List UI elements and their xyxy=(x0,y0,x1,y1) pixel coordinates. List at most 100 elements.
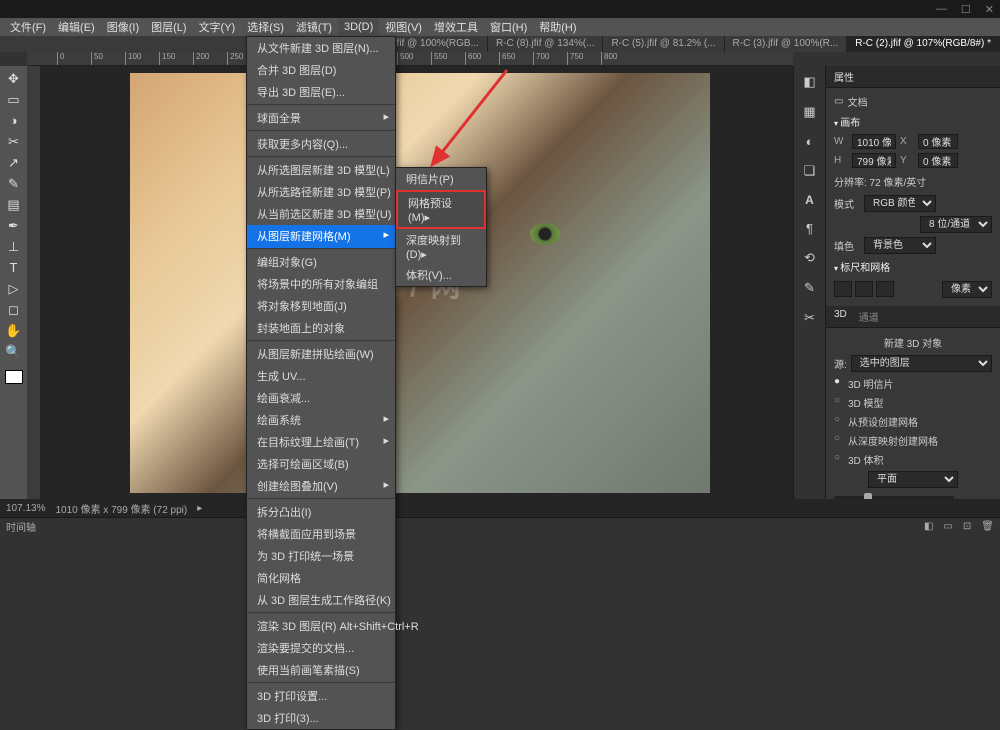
unit-select[interactable]: 像素 xyxy=(942,281,992,298)
zoom-level[interactable]: 107.13% xyxy=(6,503,45,514)
menu-item[interactable]: 从图层新建网格(M)▸ xyxy=(247,225,395,249)
maximize-icon[interactable]: ☐ xyxy=(961,3,971,16)
tool-5[interactable]: ✎ xyxy=(4,175,24,193)
menu-2[interactable]: 图像(I) xyxy=(101,17,145,37)
menu-item[interactable]: 封装地面上的对象 xyxy=(247,317,395,341)
color-swatch[interactable] xyxy=(5,370,23,384)
tool-2[interactable]: ◑ xyxy=(4,112,24,130)
y-input[interactable] xyxy=(918,153,958,168)
bottom-icon[interactable]: ◧ xyxy=(924,521,933,532)
3d-type-radio[interactable]: 从深度映射创建网格 xyxy=(834,431,992,450)
submenu-item[interactable]: 网格预设(M)▸ xyxy=(396,190,486,229)
tool-12[interactable]: ✋ xyxy=(4,322,24,340)
menu-item[interactable]: 3D 打印设置... xyxy=(247,685,395,707)
menu-item[interactable]: 导出 3D 图层(E)... xyxy=(247,81,395,105)
menu-item[interactable]: 选择可绘画区域(B) xyxy=(247,453,395,475)
menu-3[interactable]: 图层(L) xyxy=(145,17,192,37)
chevron-right-icon[interactable]: ▸ xyxy=(197,503,202,514)
tool-0[interactable]: ✥ xyxy=(4,70,24,88)
3d-source-select[interactable]: 选中的图层 xyxy=(851,355,992,372)
canvas-section-header[interactable]: 画布 xyxy=(834,111,992,132)
menubar[interactable]: 文件(F)编辑(E)图像(I)图层(L)文字(Y)选择(S)滤镜(T)3D(D)… xyxy=(0,18,1000,36)
document-tab[interactable]: R-C (3).jfif @ 100%(R... xyxy=(725,36,848,52)
menu-item[interactable]: 渲染 3D 图层(R) Alt+Shift+Ctrl+R xyxy=(247,615,395,637)
properties-panel[interactable]: 属性 ▭ 文档 画布 W X H Y 分辨率: 72 像素/英寸 模式 RGB … xyxy=(825,66,1000,499)
menu-item[interactable]: 编组对象(G) xyxy=(247,251,395,273)
history-icon[interactable]: ⟲ xyxy=(804,250,815,266)
height-input[interactable] xyxy=(852,153,896,168)
3d-type-radio[interactable]: 3D 模型 xyxy=(834,393,992,412)
bottom-delete-icon[interactable]: 🗑 xyxy=(981,521,994,532)
menu-10[interactable]: 窗口(H) xyxy=(484,17,533,37)
menu-item[interactable]: 生成 UV... xyxy=(247,365,395,387)
bottom-icon[interactable]: ▭ xyxy=(943,521,952,532)
menu-item[interactable]: 将横截面应用到场景 xyxy=(247,523,395,545)
3d-menu-dropdown[interactable]: 从文件新建 3D 图层(N)...合并 3D 图层(D)导出 3D 图层(E).… xyxy=(246,36,396,730)
menu-item[interactable]: 拆分凸出(I) xyxy=(247,501,395,523)
submenu-item[interactable]: 深度映射到(D)▸ xyxy=(396,229,486,264)
menu-item[interactable]: 合并 3D 图层(D) xyxy=(247,59,395,81)
bit-depth-select[interactable]: 8 位/通道 xyxy=(920,216,992,233)
menu-item[interactable]: 从所选路径新建 3D 模型(P) xyxy=(247,181,395,203)
collapsed-panel-strip[interactable]: ◧ ▦ ◐ ❏ A ¶ ⟲ ✎ ✂ xyxy=(793,66,825,499)
brush-icon[interactable]: ✎ xyxy=(804,280,815,296)
tool-preset-icon[interactable]: ✂ xyxy=(804,310,815,326)
document-tab[interactable]: R-C (5).jfif @ 81.2% (... xyxy=(603,36,724,52)
layers-icon[interactable]: ❏ xyxy=(804,163,816,179)
channels-tab[interactable]: 通道 xyxy=(859,309,879,324)
char-icon[interactable]: A xyxy=(805,193,814,207)
tool-4[interactable]: ↗ xyxy=(4,154,24,172)
tool-6[interactable]: ▤ xyxy=(4,196,24,214)
tool-1[interactable]: ▭ xyxy=(4,91,24,109)
submenu-item[interactable]: 体积(V)... xyxy=(396,264,486,286)
menu-item[interactable]: 3D 打印(3)... xyxy=(247,707,395,729)
menu-8[interactable]: 视图(V) xyxy=(379,17,428,37)
fill-select[interactable]: 背景色 xyxy=(864,237,936,254)
properties-tab[interactable]: 属性 xyxy=(826,66,1000,88)
menu-item[interactable]: 渲染要提交的文档... xyxy=(247,637,395,659)
menu-item[interactable]: 从当前选区新建 3D 模型(U) xyxy=(247,203,395,225)
mesh-from-layer-submenu[interactable]: 明信片(P)网格预设(M)▸深度映射到(D)▸体积(V)... xyxy=(395,167,487,287)
3d-tab[interactable]: 3D xyxy=(834,309,847,324)
submenu-item[interactable]: 明信片(P) xyxy=(396,168,486,190)
swatches-icon[interactable]: ▦ xyxy=(803,104,815,120)
menu-item[interactable]: 创建绘图叠加(V)▸ xyxy=(247,475,395,499)
document-tabbar[interactable]: R-C.jfif @ 100%(RGB...R-C (8).jfif @ 134… xyxy=(0,36,1000,52)
menu-item[interactable]: 使用当前画笔素描(S) xyxy=(247,659,395,683)
width-input[interactable] xyxy=(852,134,896,149)
menu-4[interactable]: 文字(Y) xyxy=(193,17,242,37)
3d-type-radio[interactable]: 3D 明信片 xyxy=(834,374,992,393)
menu-6[interactable]: 滤镜(T) xyxy=(290,17,338,37)
menu-item[interactable]: 从 3D 图层生成工作路径(K) xyxy=(247,589,395,613)
3d-subtype-select[interactable]: 平面 xyxy=(868,471,958,488)
tool-8[interactable]: ⊥ xyxy=(4,238,24,256)
tool-7[interactable]: ✒ xyxy=(4,217,24,235)
menu-9[interactable]: 增效工具 xyxy=(428,17,484,37)
tool-13[interactable]: 🔍 xyxy=(4,343,24,361)
3d-type-radio[interactable]: 从预设创建网格 xyxy=(834,412,992,431)
3d-type-radio[interactable]: 3D 体积 xyxy=(834,450,992,469)
menu-7[interactable]: 3D(D) xyxy=(338,19,379,35)
menu-item[interactable]: 为 3D 打印统一场景 xyxy=(247,545,395,567)
document-tab[interactable]: R-C (8).jfif @ 134%(... xyxy=(488,36,604,52)
menu-item[interactable]: 从文件新建 3D 图层(N)... xyxy=(247,37,395,59)
menu-item[interactable]: 从所选图层新建 3D 模型(L) xyxy=(247,159,395,181)
menu-item[interactable]: 绘画系统▸ xyxy=(247,409,395,431)
tools-panel[interactable]: ✥▭◑✂↗✎▤✒⊥T▷◻✋🔍 xyxy=(0,66,27,499)
menu-1[interactable]: 编辑(E) xyxy=(52,17,101,37)
color-mode-select[interactable]: RGB 颜色 xyxy=(864,195,936,212)
grid-mode-buttons[interactable]: 像素 xyxy=(834,277,992,302)
guides-section-header[interactable]: 标尺和网格 xyxy=(834,256,992,277)
para-icon[interactable]: ¶ xyxy=(806,221,813,236)
close-icon[interactable]: ✕ xyxy=(985,3,994,16)
minimize-icon[interactable]: — xyxy=(936,3,947,15)
menu-0[interactable]: 文件(F) xyxy=(4,17,52,37)
3d-slider[interactable] xyxy=(834,496,954,499)
tool-11[interactable]: ◻ xyxy=(4,301,24,319)
menu-item[interactable]: 在目标纹理上绘画(T)▸ xyxy=(247,431,395,453)
bottom-icon[interactable]: ⊡ xyxy=(963,521,971,532)
tool-3[interactable]: ✂ xyxy=(4,133,24,151)
tool-9[interactable]: T xyxy=(4,259,24,277)
adjust-icon[interactable]: ◐ xyxy=(806,134,814,149)
menu-5[interactable]: 选择(S) xyxy=(241,17,290,37)
